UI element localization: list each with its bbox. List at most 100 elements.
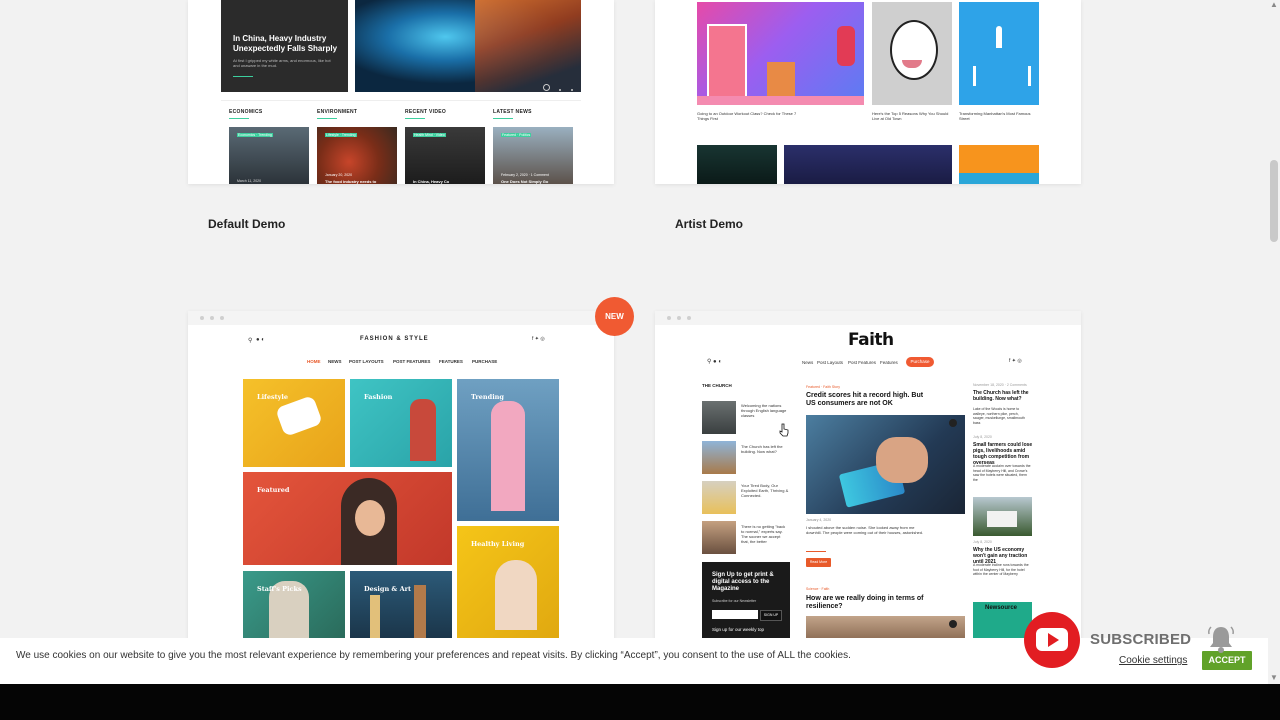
- tile-lifestyle[interactable]: Lifestyle: [243, 379, 345, 467]
- hero-divider: [233, 76, 253, 77]
- scrollbar-thumb[interactable]: [1270, 160, 1278, 242]
- default-demo-preview[interactable]: In China, Heavy Industry Unexpectedly Fa…: [188, 0, 614, 184]
- nav-news[interactable]: News: [802, 360, 813, 365]
- right-meta-2: July 8, 2020: [973, 435, 992, 439]
- social-icons: f ✦ ◎: [532, 336, 545, 342]
- artist-caption-2[interactable]: Here's the Top 5 Reasons Why You Should …: [872, 111, 952, 121]
- section-label-recent-video: RECENT VIDEO: [405, 109, 447, 115]
- right-meta-1: November 18, 2020 · 2 Comments: [973, 383, 1027, 387]
- main-headline[interactable]: Credit scores hit a record high. But US …: [806, 392, 926, 408]
- bell-icon[interactable]: [1205, 624, 1237, 654]
- signup-subtitle: Subscribe for our Newsletter: [712, 599, 757, 603]
- newsource-box: Newsource: [973, 602, 1032, 641]
- hero-title: In China, Heavy Industry Unexpectedly Fa…: [233, 34, 338, 53]
- bottom-black-bar: [0, 684, 1280, 720]
- right-image-house: [973, 497, 1032, 536]
- default-demo-title[interactable]: Default Demo: [208, 217, 285, 231]
- scrollbar-track[interactable]: [1268, 0, 1280, 684]
- read-more-button[interactable]: Read More: [806, 558, 831, 567]
- artist-demo-title[interactable]: Artist Demo: [675, 217, 743, 231]
- nav-news[interactable]: NEWS: [328, 359, 342, 364]
- main-image-card: [806, 415, 965, 514]
- right-text-2: A moderate acclaim over towards the head…: [973, 464, 1031, 482]
- church-item-1[interactable]: Welcoming the nations through English la…: [741, 403, 789, 418]
- slider-dots[interactable]: [543, 78, 573, 91]
- cookie-settings-link[interactable]: Cookie settings: [1119, 655, 1187, 666]
- artist-image-plant: [697, 145, 777, 184]
- tile-healthy-living[interactable]: Healthy Living: [457, 526, 559, 641]
- nav-post-layouts[interactable]: POST LAYOUTS: [349, 359, 384, 364]
- right-text-3: A moderate incline runs towards the foot…: [973, 563, 1029, 576]
- economics-thumb[interactable]: Economics · Trending March 11, 2020: [229, 127, 309, 184]
- tile-trending[interactable]: Trending: [457, 379, 559, 521]
- nav-home[interactable]: HOME: [307, 359, 321, 364]
- tile-design-art[interactable]: Design & Art: [350, 571, 452, 641]
- church-thumb-4: [702, 521, 736, 554]
- second-tag: Science · Faith: [806, 587, 830, 591]
- main-date: January 4, 2020: [806, 518, 832, 522]
- fashion-logo: FASHION & STYLE: [360, 336, 429, 342]
- nav-features[interactable]: FEATURES: [439, 359, 463, 364]
- main-divider: [806, 551, 826, 552]
- right-text-1: Lake of the Woods is home to walleye, no…: [973, 407, 1025, 425]
- hero-excerpt: At first I gripped my white arms, and en…: [233, 58, 331, 68]
- signup-footer: Sign up for our weekly top: [712, 627, 765, 632]
- search-icon: ⚲ ● ◐: [707, 359, 722, 365]
- section-label-economics: ECONOMICS: [229, 109, 263, 115]
- youtube-logo-icon[interactable]: [1024, 612, 1080, 668]
- mouse-cursor-icon: [779, 423, 789, 437]
- faith-demo-preview[interactable]: Faith ⚲ ● ◐ News Post Layouts Post Featu…: [655, 311, 1081, 641]
- scroll-down-arrow-icon[interactable]: ▼: [1268, 673, 1280, 683]
- artist-demo-preview[interactable]: Going to an Outdoor Workout Class? Check…: [655, 0, 1081, 184]
- tile-staffs-picks[interactable]: Staff's Picks: [243, 571, 345, 641]
- second-headline[interactable]: How are we really doing in terms of resi…: [806, 595, 926, 611]
- artist-image-orange: [959, 145, 1039, 184]
- artist-caption-3[interactable]: Transforming Manhattan's Most Famous Str…: [959, 111, 1039, 121]
- nav-features[interactable]: Features: [880, 360, 898, 365]
- window-bar: [655, 311, 1081, 325]
- church-thumb-2: [702, 441, 736, 474]
- right-title-1[interactable]: The Church has left the building. Now wh…: [973, 390, 1031, 402]
- image-badge-icon: [949, 419, 957, 427]
- section-label-environment: ENVIRONMENT: [317, 109, 358, 115]
- signup-email-field[interactable]: [712, 610, 758, 619]
- artist-image-rocket: [959, 2, 1039, 105]
- section-strip: ECONOMICS ENVIRONMENT RECENT VIDEO LATES…: [221, 100, 581, 184]
- cookie-text: We use cookies on our website to give yo…: [16, 650, 851, 661]
- hero-image: [355, 0, 581, 92]
- artist-image-einstein: [872, 2, 952, 105]
- subscribed-label: SUBSCRIBED: [1090, 631, 1192, 648]
- fashion-demo-preview[interactable]: ⚲ ● ◐ FASHION & STYLE f ✦ ◎ HOME NEWS PO…: [188, 311, 614, 641]
- newsource-label: Newsource: [985, 605, 1018, 611]
- right-title-2[interactable]: Small farmers could lose pigs, livelihoo…: [973, 442, 1033, 466]
- section-label-latest-news: LATEST NEWS: [493, 109, 532, 115]
- church-thumb-3: [702, 481, 736, 514]
- recent-video-thumb[interactable]: Health Mind · Video In China, Heavy Co: [405, 127, 485, 184]
- new-badge: NEW: [595, 297, 634, 336]
- nav-post-layouts[interactable]: Post Layouts: [817, 360, 843, 365]
- social-icons: f ✦ ◎: [1009, 358, 1022, 364]
- signup-button[interactable]: SIGN UP: [760, 610, 782, 621]
- search-icon: ⚲: [248, 338, 253, 344]
- artist-image-city: [784, 145, 952, 184]
- nav-purchase[interactable]: PURCHASE: [472, 359, 497, 364]
- main-tag: Featured · Faith Story: [806, 385, 841, 389]
- faith-logo: Faith: [848, 330, 894, 350]
- church-item-2[interactable]: The Church has left the building. Now wh…: [741, 444, 789, 454]
- artist-image-shelf: [697, 2, 864, 105]
- church-thumb-1: [702, 401, 736, 434]
- environment-thumb[interactable]: Lifestyle · Trending January 20, 2020 Th…: [317, 127, 397, 184]
- scroll-up-arrow-icon[interactable]: ▲: [1268, 0, 1280, 10]
- tile-featured[interactable]: Featured: [243, 472, 452, 565]
- latest-news-thumb[interactable]: Featured · Politics February 2, 2020 · 1…: [493, 127, 573, 184]
- artist-caption-1[interactable]: Going to an Outdoor Workout Class? Check…: [697, 111, 807, 121]
- nav-post-features[interactable]: POST FEATURES: [393, 359, 430, 364]
- main-excerpt: I shouted above the sudden noise. She lo…: [806, 525, 924, 535]
- tile-fashion[interactable]: Fashion: [350, 379, 452, 467]
- church-item-3[interactable]: Your Tired Body, Our Exploited Earth, Th…: [741, 483, 789, 498]
- nav-post-features[interactable]: Post Features: [848, 360, 876, 365]
- church-item-4[interactable]: There is no getting "back to normal," ex…: [741, 524, 789, 544]
- purchase-button[interactable]: Purchase: [906, 357, 934, 367]
- window-bar: [188, 311, 614, 325]
- signup-title: Sign Up to get print & digital access to…: [712, 572, 774, 592]
